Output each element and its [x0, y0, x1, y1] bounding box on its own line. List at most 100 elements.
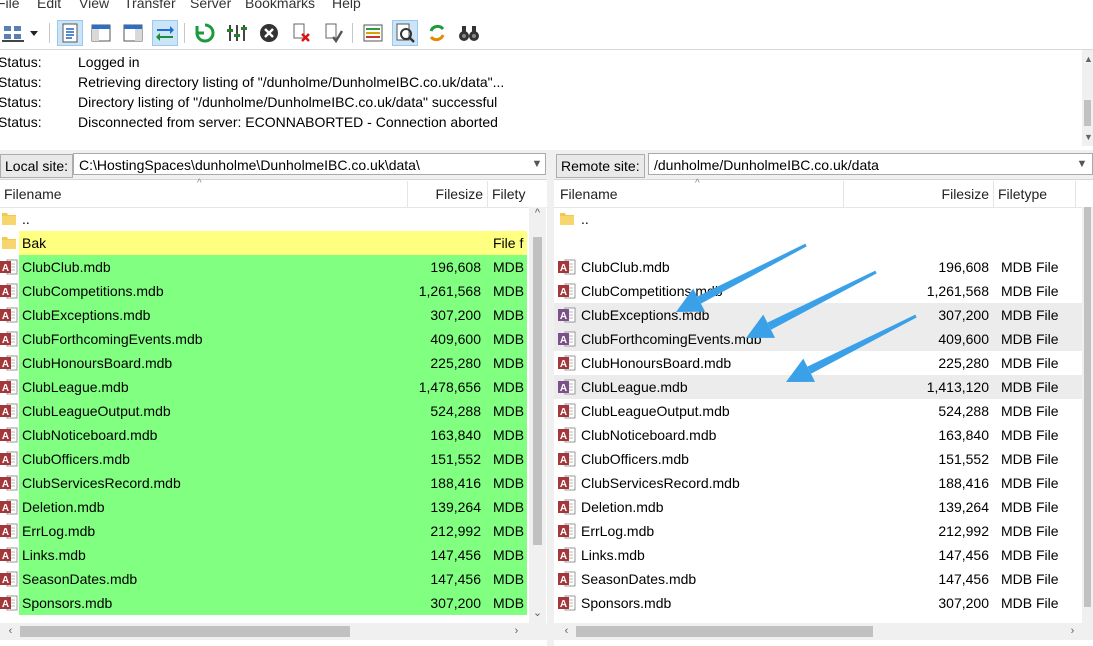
file-row[interactable]: A ClubServicesRecord.mdb 188,416 MDB File [554, 471, 1082, 495]
file-row[interactable]: A ClubLeagueOutput.mdb 524,288 MDB File [554, 399, 1082, 423]
file-row[interactable]: A SeasonDates.mdb 147,456 MDB [0, 567, 529, 591]
chevron-down-icon[interactable]: ▼ [528, 153, 546, 175]
file-row[interactable]: A ErrLog.mdb 212,992 MDB File [554, 519, 1082, 543]
file-row[interactable]: A ClubCompetitions.mdb 1,261,568 MDB [0, 279, 529, 303]
file-row[interactable]: A ClubCompetitions.mdb 1,261,568 MDB File [554, 279, 1082, 303]
chevron-right-icon[interactable]: › [508, 623, 525, 640]
file-row[interactable]: A ErrLog.mdb 212,992 MDB [0, 519, 529, 543]
file-row[interactable]: A Sponsors.mdb 307,200 MDB File [554, 591, 1082, 615]
log-status-key: Status: [0, 74, 42, 90]
reconnect-icon[interactable] [320, 20, 346, 46]
directory-comparison-icon[interactable] [360, 20, 386, 46]
dropdown-arrow-icon[interactable] [26, 20, 42, 46]
search-files-icon[interactable] [392, 20, 418, 46]
menu-view[interactable]: View [79, 0, 109, 11]
file-row[interactable]: A ClubNoticeboard.mdb 163,840 MDB [0, 423, 529, 447]
file-row[interactable]: A ClubHonoursBoard.mdb 225,280 MDB [0, 351, 529, 375]
log-status-value: Disconnected from server: ECONNABORTED -… [78, 114, 498, 130]
local-hscroll-thumb[interactable] [20, 626, 350, 637]
column-filesize[interactable]: Filesize [844, 181, 994, 207]
file-row[interactable]: Bak File f [0, 231, 529, 255]
file-row[interactable]: A Links.mdb 147,456 MDB [0, 543, 529, 567]
file-row[interactable]: .. [554, 207, 1082, 231]
file-row[interactable]: A ClubOfficers.mdb 151,552 MDB File [554, 447, 1082, 471]
remote-tree-toggle-icon[interactable] [120, 20, 146, 46]
file-row[interactable]: A ClubLeague.mdb 1,478,656 MDB [0, 375, 529, 399]
file-row[interactable] [554, 231, 1082, 255]
chevron-left-icon[interactable]: ‹ [2, 623, 19, 640]
menu-file[interactable]: File [0, 0, 20, 11]
file-row[interactable]: A ClubServicesRecord.mdb 188,416 MDB [0, 471, 529, 495]
file-row[interactable]: A ClubExceptions.mdb 307,200 MDB [0, 303, 529, 327]
remote-horizontal-scrollbar[interactable]: ‹ › [554, 623, 1093, 640]
menu-help[interactable]: Help [332, 0, 361, 11]
local-tree-toggle-icon[interactable] [88, 20, 114, 46]
file-size: 147,456 [938, 547, 989, 563]
refresh-icon[interactable] [192, 20, 218, 46]
filter-icon[interactable] [224, 20, 250, 46]
local-vscroll-thumb[interactable] [533, 237, 542, 545]
remote-site-bar: Remote site: /dunholme/DunholmeIBC.co.uk… [554, 150, 1093, 180]
file-row[interactable]: A Deletion.mdb 139,264 MDB File [554, 495, 1082, 519]
file-row[interactable]: A ClubClub.mdb 196,608 MDB File [554, 255, 1082, 279]
file-row[interactable]: A Links.mdb 147,456 MDB File [554, 543, 1082, 567]
chevron-down-icon[interactable]: ▼ [1073, 153, 1091, 175]
column-filetype[interactable]: Filety [488, 181, 528, 207]
file-row[interactable]: A ClubForthcomingEvents.mdb 409,600 MDB Fil… [554, 327, 1082, 351]
log-status-key: Status: [0, 94, 42, 110]
column-filetype[interactable]: Filetype [994, 181, 1076, 207]
menu-bookmarks[interactable]: Bookmarks [245, 0, 315, 11]
chevron-down-icon[interactable]: ⌄ [529, 605, 546, 622]
file-name: Deletion.mdb [581, 499, 664, 515]
file-name [581, 231, 851, 255]
remote-vscroll-thumb[interactable] [1084, 207, 1091, 607]
menu-edit[interactable]: Edit [37, 0, 61, 11]
file-row[interactable]: A ClubForthcomingEvents.mdb 409,600 MDB [0, 327, 529, 351]
column-filename[interactable]: Filename [0, 181, 408, 207]
local-site-path-input[interactable]: C:\HostingSpaces\dunholme\DunholmeIBC.co… [73, 153, 546, 175]
file-type: MDB [493, 451, 525, 467]
menu-transfer[interactable]: Transfer [124, 0, 176, 11]
file-row[interactable]: A Sponsors.mdb 307,200 MDB [0, 591, 529, 615]
remote-file-header: Filename ^ Filesize Filetype [554, 178, 1093, 208]
column-filesize[interactable]: Filesize [408, 181, 488, 207]
transfer-queue-toggle-icon[interactable] [152, 20, 178, 46]
file-row[interactable]: A ClubOfficers.mdb 151,552 MDB [0, 447, 529, 471]
local-horizontal-scrollbar[interactable]: ‹ › [0, 623, 547, 640]
menu-server[interactable]: Server [190, 0, 231, 11]
log-scrollbar-thumb[interactable] [1084, 100, 1091, 126]
file-type: MDB File [1001, 595, 1059, 611]
log-scrollbar[interactable]: ▲ ▼ [1082, 50, 1093, 146]
file-row[interactable]: .. [0, 207, 529, 231]
pane-splitter[interactable] [547, 150, 554, 646]
file-row[interactable]: A Deletion.mdb 139,264 MDB [0, 495, 529, 519]
remote-vertical-scrollbar[interactable] [1082, 207, 1093, 623]
find-binoculars-icon[interactable] [456, 20, 482, 46]
file-row[interactable]: A ClubLeague.mdb 1,413,120 MDB File [554, 375, 1082, 399]
remote-hscroll-thumb[interactable] [576, 626, 873, 637]
local-file-list[interactable]: .. Bak File f A ClubClub.mdb 196,608 MDB A ClubC… [0, 207, 547, 623]
file-row[interactable]: A ClubLeagueOutput.mdb 524,288 MDB [0, 399, 529, 423]
file-row[interactable]: A ClubExceptions.mdb 307,200 MDB File [554, 303, 1082, 327]
column-filesize-label: Filesize [435, 186, 483, 202]
file-size: 139,264 [430, 499, 481, 515]
file-row[interactable]: A ClubClub.mdb 196,608 MDB [0, 255, 529, 279]
local-vertical-scrollbar[interactable]: ^ ⌄ [529, 207, 546, 623]
file-row[interactable]: A ClubNoticeboard.mdb 163,840 MDB File [554, 423, 1082, 447]
chevron-up-icon[interactable]: ^ [529, 205, 546, 222]
message-log-toggle-icon[interactable] [57, 20, 83, 46]
sync-browse-icon[interactable] [424, 20, 450, 46]
chevron-right-icon[interactable]: › [1064, 623, 1081, 640]
remote-site-path-input[interactable]: /dunholme/DunholmeIBC.co.uk/data [648, 153, 1093, 175]
svg-text:A: A [560, 551, 567, 562]
chevron-down-icon[interactable]: ▼ [1084, 132, 1093, 142]
file-row[interactable]: A ClubHonoursBoard.mdb 225,280 MDB File [554, 351, 1082, 375]
message-log[interactable]: Status: Logged in Status: Retrieving dir… [0, 50, 1082, 146]
file-row[interactable]: A SeasonDates.mdb 147,456 MDB File [554, 567, 1082, 591]
site-manager-icon[interactable] [0, 20, 26, 46]
remote-file-list[interactable]: .. A ClubClub.mdb 196,608 MDB File A ClubCompe… [554, 207, 1093, 623]
chevron-up-icon[interactable]: ▲ [1084, 54, 1093, 64]
cancel-icon[interactable] [256, 20, 282, 46]
chevron-left-icon[interactable]: ‹ [558, 623, 575, 640]
disconnect-icon[interactable] [288, 20, 314, 46]
